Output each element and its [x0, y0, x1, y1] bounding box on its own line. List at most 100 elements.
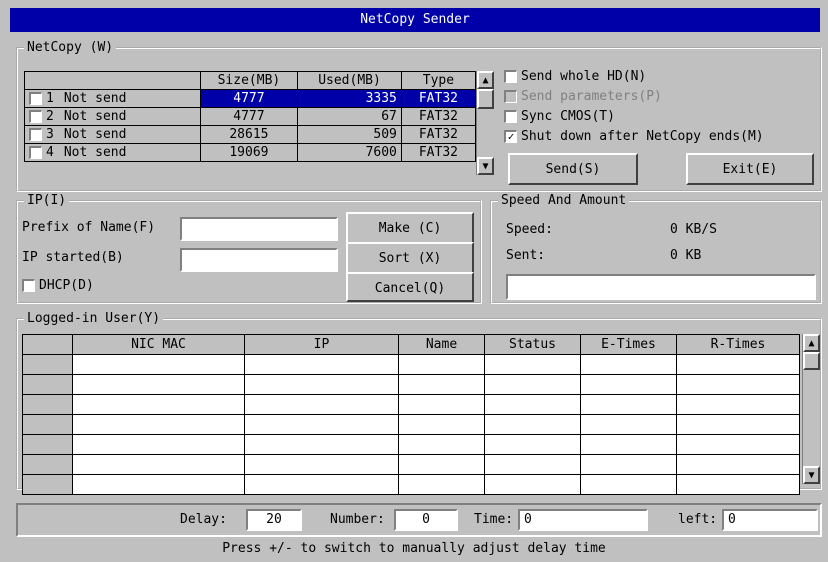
- logged-col-mac: NIC MAC: [72, 334, 245, 355]
- ip-started-input[interactable]: [180, 248, 338, 272]
- disk-row-status: Not send: [63, 91, 127, 106]
- ip-group-label: IP(I): [24, 193, 70, 209]
- scroll-thumb[interactable]: [477, 89, 494, 109]
- disk-row[interactable]: 2 Not send 4777 67 FAT32: [24, 107, 477, 126]
- disk-col-type: Type: [400, 71, 477, 90]
- sort-button[interactable]: Sort (X): [346, 242, 474, 274]
- disk-row-checkbox[interactable]: [29, 110, 42, 123]
- sync-cmos-checkbox[interactable]: [504, 110, 517, 123]
- dhcp-option[interactable]: DHCP(D): [22, 278, 94, 293]
- disk-row-used: 3335: [297, 89, 402, 108]
- delay-field[interactable]: 20: [246, 509, 302, 531]
- disk-col-size: Size(MB): [199, 71, 299, 90]
- logged-scrollbar[interactable]: ▲ ▼: [802, 334, 820, 484]
- shutdown-checkbox[interactable]: ✓: [504, 130, 517, 143]
- netcopy-group-label: NetCopy (W): [24, 40, 117, 56]
- speed-group-label: Speed And Amount: [498, 193, 630, 209]
- disk-row-num: 1: [46, 91, 54, 106]
- logged-col-status: Status: [484, 334, 581, 355]
- disk-row-checkbox[interactable]: [29, 128, 42, 141]
- table-row[interactable]: [22, 374, 800, 395]
- table-row[interactable]: [22, 354, 800, 375]
- logged-col-ip: IP: [244, 334, 399, 355]
- logged-group: Logged-in User(Y) NIC MAC IP Name Status…: [16, 311, 822, 495]
- scroll-up-icon[interactable]: ▲: [803, 334, 820, 352]
- scroll-up-icon[interactable]: ▲: [477, 71, 494, 89]
- disk-row-type: FAT32: [400, 107, 477, 126]
- time-label: Time:: [474, 512, 514, 527]
- logged-col-name: Name: [398, 334, 485, 355]
- table-row[interactable]: [22, 474, 800, 495]
- sync-cmos-option[interactable]: Sync CMOS(T): [504, 107, 764, 127]
- send-parameters-label: Send parameters(P): [521, 89, 662, 104]
- netcopy-group: NetCopy (W) Size(MB) Used(MB) Type 1 Not …: [16, 40, 822, 192]
- disk-row[interactable]: 4 Not send 19069 7600 FAT32: [24, 143, 477, 162]
- disk-row-checkbox[interactable]: [29, 92, 42, 105]
- send-whole-hd-checkbox[interactable]: [504, 70, 517, 83]
- disk-row-used: 7600: [297, 143, 402, 162]
- disk-col-used: Used(MB): [297, 71, 402, 90]
- disk-row[interactable]: 1 Not send 4777 3335 FAT32: [24, 89, 477, 108]
- speed-group: Speed And Amount Speed: 0 KB/S Sent: 0 K…: [490, 193, 822, 304]
- exit-button[interactable]: Exit(E): [686, 153, 814, 185]
- disk-col-blank: [24, 71, 201, 90]
- ip-started-label: IP started(B): [22, 250, 124, 265]
- send-parameters-checkbox: [504, 90, 517, 103]
- table-row[interactable]: [22, 454, 800, 475]
- table-row[interactable]: [22, 434, 800, 455]
- disk-row-size: 19069: [199, 143, 299, 162]
- disk-row-used: 509: [297, 125, 402, 144]
- table-row[interactable]: [22, 394, 800, 415]
- scroll-down-icon[interactable]: ▼: [477, 157, 494, 175]
- disk-row-status: Not send: [63, 109, 127, 124]
- disk-row-size: 4777: [199, 107, 299, 126]
- progress-field: [506, 274, 816, 300]
- disk-scrollbar[interactable]: ▲ ▼: [476, 71, 494, 175]
- logged-col-blank: [22, 334, 73, 355]
- status-bar: Delay: 20 Number: 0 Time: 0 left: 0: [16, 503, 822, 537]
- cancel-button[interactable]: Cancel(Q): [346, 272, 474, 302]
- disk-row-num: 4: [46, 145, 54, 160]
- speed-value: 0 KB/S: [670, 222, 717, 237]
- disk-row-status: Not send: [63, 127, 127, 142]
- send-whole-hd-label: Send whole HD(N): [521, 69, 647, 84]
- speed-label: Speed:: [506, 222, 553, 237]
- scroll-down-icon[interactable]: ▼: [803, 466, 820, 484]
- disk-row-used: 67: [297, 107, 402, 126]
- disk-table: Size(MB) Used(MB) Type 1 Not send 4777 33…: [24, 71, 477, 162]
- send-whole-hd-option[interactable]: Send whole HD(N): [504, 67, 764, 87]
- disk-row-type: FAT32: [400, 89, 477, 108]
- disk-row[interactable]: 3 Not send 28615 509 FAT32: [24, 125, 477, 144]
- left-label: left:: [678, 512, 718, 527]
- prefix-input[interactable]: [180, 217, 338, 241]
- time-field[interactable]: 0: [518, 509, 648, 531]
- hint-text: Press +/- to switch to manually adjust d…: [222, 541, 606, 556]
- disk-row-type: FAT32: [400, 143, 477, 162]
- dhcp-label: DHCP(D): [39, 278, 94, 293]
- sync-cmos-label: Sync CMOS(T): [521, 109, 615, 124]
- logged-group-label: Logged-in User(Y): [24, 311, 164, 327]
- disk-row-size: 4777: [199, 89, 299, 108]
- shutdown-option[interactable]: ✓ Shut down after NetCopy ends(M): [504, 127, 764, 147]
- left-field[interactable]: 0: [722, 509, 818, 531]
- disk-row-num: 3: [46, 127, 54, 142]
- window-title: NetCopy Sender: [10, 8, 820, 32]
- make-button[interactable]: Make (C): [346, 212, 474, 244]
- shutdown-label: Shut down after NetCopy ends(M): [521, 129, 764, 144]
- disk-row-checkbox[interactable]: [29, 146, 42, 159]
- table-row[interactable]: [22, 414, 800, 435]
- number-field[interactable]: 0: [394, 509, 458, 531]
- logged-col-rtimes: R-Times: [676, 334, 800, 355]
- logged-table: NIC MAC IP Name Status E-Times R-Times: [22, 334, 800, 495]
- send-parameters-option: Send parameters(P): [504, 87, 764, 107]
- prefix-label: Prefix of Name(F): [22, 220, 156, 235]
- sent-value: 0 KB: [670, 248, 702, 263]
- disk-row-num: 2: [46, 109, 54, 124]
- send-button[interactable]: Send(S): [508, 153, 638, 185]
- sent-label: Sent:: [506, 248, 546, 263]
- disk-row-status: Not send: [63, 145, 127, 160]
- scroll-thumb[interactable]: [803, 352, 820, 370]
- logged-col-etimes: E-Times: [580, 334, 677, 355]
- dhcp-checkbox[interactable]: [22, 279, 35, 292]
- ip-group: IP(I) Prefix of Name(F) IP started(B) DH…: [16, 193, 482, 304]
